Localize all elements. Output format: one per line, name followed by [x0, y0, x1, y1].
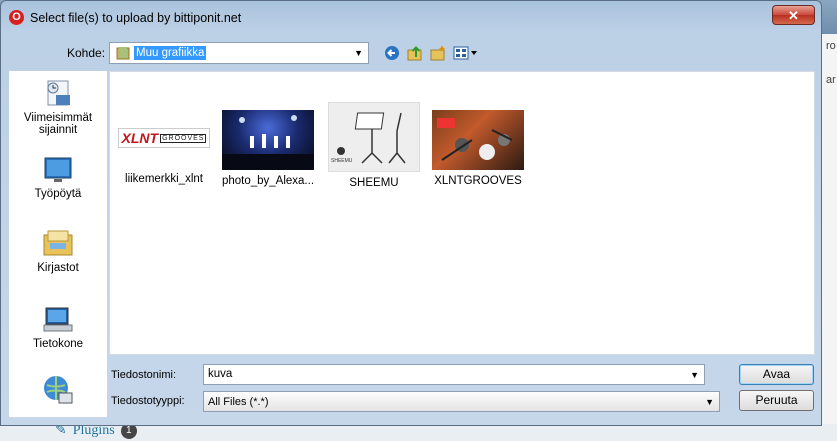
chevron-down-icon[interactable]: ▼: [354, 48, 363, 58]
logo-subtext: GROOVES: [160, 133, 207, 143]
sidebar-item-label: Viimeisimmät sijainnit: [23, 112, 93, 136]
background-text: ar: [826, 74, 836, 86]
open-button[interactable]: Avaa: [739, 364, 814, 385]
location-dropdown[interactable]: Muu grafiikka ▼: [109, 42, 369, 64]
file-item[interactable]: XLNTGROOVES: [428, 110, 528, 187]
dialog-title: Select file(s) to upload by bittiponit.n…: [30, 11, 242, 25]
file-thumbnail: [432, 110, 524, 170]
view-menu-icon[interactable]: [453, 45, 479, 61]
file-name: SHEEMU: [349, 177, 399, 189]
places-sidebar: Viimeisimmät sijainnit Työpöytä Kirjasto…: [9, 71, 107, 417]
logo-text: XLNT: [121, 130, 159, 146]
file-item[interactable]: photo_by_Alexa...: [218, 110, 318, 187]
filetype-label: Tiedostotyyppi:: [111, 395, 185, 407]
title-bar[interactable]: O Select file(s) to upload by bittiponit…: [1, 1, 821, 33]
sidebar-item-recent-places[interactable]: Viimeisimmät sijainnit: [9, 77, 107, 136]
up-folder-icon[interactable]: [407, 45, 423, 61]
back-arrow-icon[interactable]: [384, 45, 400, 61]
desktop-icon: [44, 157, 72, 182]
file-item[interactable]: XLNT GROOVES liikemerkki_xlnt: [114, 108, 214, 185]
sidebar-item-label: Kirjastot: [37, 262, 79, 274]
logo-text: SHEEMU: [331, 158, 353, 164]
chevron-down-icon[interactable]: ▼: [690, 370, 699, 380]
file-list-view: XLNT GROOVES liikemerkki_xlnt photo_by_A…: [109, 71, 815, 355]
file-item[interactable]: SHEEMU SHEEMU: [324, 102, 424, 189]
xlnt-logo: XLNT GROOVES: [118, 128, 210, 148]
new-folder-icon[interactable]: [430, 45, 446, 61]
file-thumbnail: [222, 110, 314, 170]
computer-icon: [43, 307, 73, 332]
filename-input[interactable]: kuva ▼: [203, 364, 705, 385]
location-label: Kohde:: [67, 46, 106, 60]
folder-icon: [116, 47, 130, 60]
file-name: photo_by_Alexa...: [221, 175, 315, 187]
filetype-select[interactable]: All Files (*.*) ▼: [203, 391, 720, 412]
opera-logo-icon: O: [9, 10, 24, 25]
sidebar-item-label: Tietokone: [32, 338, 84, 350]
sidebar-item-computer[interactable]: Tietokone: [9, 303, 107, 350]
file-name: XLNTGROOVES: [434, 175, 522, 187]
sidebar-item-libraries[interactable]: Kirjastot: [9, 227, 107, 274]
background-page-edge: ro ar: [822, 34, 837, 441]
file-upload-dialog: O Select file(s) to upload by bittiponit…: [0, 0, 822, 426]
network-icon: [44, 376, 73, 404]
file-name: liikemerkki_xlnt: [125, 173, 203, 185]
sidebar-item-network[interactable]: [9, 373, 107, 410]
close-button[interactable]: ✕: [772, 5, 815, 25]
chevron-down-icon[interactable]: ▼: [705, 397, 714, 407]
recent-places-icon: [47, 80, 70, 106]
drum-kit-image: [437, 118, 513, 161]
filetype-value: All Files (*.*): [208, 396, 269, 408]
cancel-button[interactable]: Peruuta: [739, 390, 814, 411]
sidebar-item-desktop[interactable]: Työpöytä: [9, 155, 107, 200]
filename-value: kuva: [208, 368, 233, 380]
file-thumbnail: XLNT GROOVES: [118, 108, 210, 168]
location-value: Muu grafiikka: [134, 46, 207, 60]
sidebar-item-label: Työpöytä: [34, 188, 82, 200]
filename-label: Tiedostonimi:: [111, 369, 177, 381]
background-text: ro: [826, 40, 836, 52]
stage-photo-image: [222, 115, 314, 170]
libraries-icon: [43, 230, 73, 256]
file-thumbnail: SHEEMU: [328, 102, 420, 172]
